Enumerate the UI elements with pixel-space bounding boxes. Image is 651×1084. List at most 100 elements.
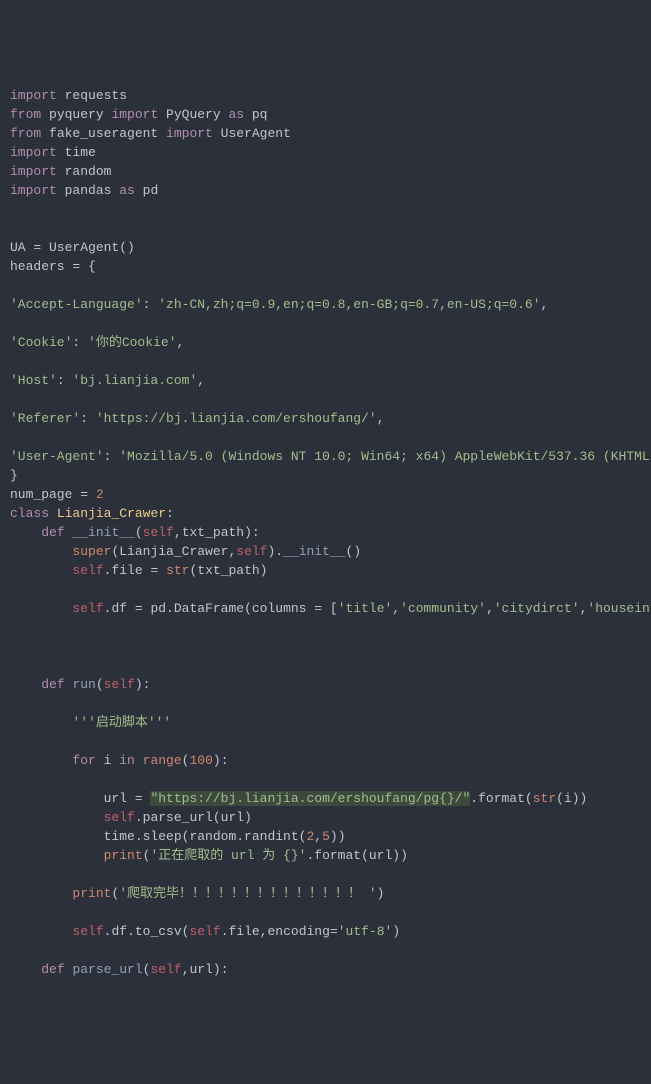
- code-text: ,txt_path):: [174, 525, 260, 540]
- self-param: self: [72, 563, 103, 578]
- keyword: as: [228, 107, 244, 122]
- keyword: import: [166, 126, 213, 141]
- string: 'citydirct': [494, 601, 580, 616]
- indent: [10, 810, 104, 825]
- code-text: (i)): [556, 791, 587, 806]
- keyword: as: [119, 183, 135, 198]
- code-text: ,: [314, 829, 322, 844]
- keyword: class: [10, 506, 49, 521]
- code-text: .parse_url(url): [135, 810, 252, 825]
- code-text: ,url):: [182, 962, 229, 977]
- indent: [10, 848, 104, 863]
- string: 'Mozilla/5.0 (Windows NT 10.0; Win64; x6…: [119, 449, 651, 464]
- string: 'bj.lianjia.com': [72, 373, 197, 388]
- number: 2: [306, 829, 314, 844]
- string: '爬取完毕！！！！！！！！！！！！！！ ': [119, 886, 376, 901]
- code-text: .df = pd.DataFrame(columns = [: [104, 601, 338, 616]
- self-param: self: [72, 924, 103, 939]
- code-text: ): [377, 886, 385, 901]
- code-text: pq: [244, 107, 267, 122]
- code-text: (: [143, 962, 151, 977]
- code-text: }: [10, 468, 18, 483]
- code-text: (: [135, 525, 143, 540]
- code-text: (Lianjia_Crawer,: [111, 544, 236, 559]
- docstring: '''启动脚本''': [72, 715, 171, 730]
- function-name: __init__: [72, 525, 134, 540]
- code-text: .file =: [104, 563, 166, 578]
- code-text: pandas: [57, 183, 119, 198]
- keyword: for: [72, 753, 95, 768]
- string-highlighted: "https://bj.lianjia.com/ershoufang/pg{}/…: [150, 791, 470, 806]
- code-text: :: [166, 506, 174, 521]
- code-text: random: [57, 164, 112, 179]
- code-text: headers = {: [10, 259, 96, 274]
- builtin: range: [143, 753, 182, 768]
- self-param: self: [143, 525, 174, 540]
- string: 'https://bj.lianjia.com/ershoufang/': [96, 411, 377, 426]
- code-text: PyQuery: [158, 107, 228, 122]
- keyword: def: [41, 962, 64, 977]
- indent: [10, 924, 72, 939]
- keyword: import: [10, 164, 57, 179]
- code-text: UserAgent: [213, 126, 291, 141]
- code-text: pd: [135, 183, 158, 198]
- code-text: .file,encoding=: [221, 924, 338, 939]
- builtin: str: [533, 791, 556, 806]
- string: 'zh-CN,zh;q=0.9,en;q=0.8,en-GB;q=0.7,en-…: [158, 297, 540, 312]
- string: 'Cookie': [10, 335, 72, 350]
- code-text: (): [346, 544, 362, 559]
- code-text: :: [80, 411, 96, 426]
- keyword: import: [10, 88, 57, 103]
- code-text: .format(: [470, 791, 532, 806]
- self-param: self: [236, 544, 267, 559]
- function-name: run: [72, 677, 95, 692]
- code-text: [135, 753, 143, 768]
- keyword: import: [111, 107, 158, 122]
- code-text: requests: [57, 88, 127, 103]
- code-text: :: [143, 297, 159, 312]
- self-param: self: [72, 601, 103, 616]
- code-text: ):: [135, 677, 151, 692]
- builtin: str: [166, 563, 189, 578]
- builtin: super: [72, 544, 111, 559]
- indent: [10, 886, 72, 901]
- code-text: pyquery: [41, 107, 111, 122]
- indent: [10, 791, 104, 806]
- code-text: .format(url)): [306, 848, 407, 863]
- code-text: (: [111, 886, 119, 901]
- code-text: num_page =: [10, 487, 96, 502]
- code-text: ).: [267, 544, 283, 559]
- function-name: parse_url: [72, 962, 142, 977]
- string: 'Referer': [10, 411, 80, 426]
- code-text: ,: [392, 601, 400, 616]
- keyword: in: [119, 753, 135, 768]
- code-text: :: [57, 373, 73, 388]
- number: 100: [189, 753, 212, 768]
- code-text: [49, 506, 57, 521]
- code-text: [65, 962, 73, 977]
- code-text: )): [330, 829, 346, 844]
- function-name: __init__: [283, 544, 345, 559]
- code-text: i: [96, 753, 119, 768]
- code-text: ,: [377, 411, 385, 426]
- number: 2: [96, 487, 104, 502]
- code-text: ):: [213, 753, 229, 768]
- code-text: fake_useragent: [41, 126, 166, 141]
- code-text: (txt_path): [189, 563, 267, 578]
- indent: [10, 715, 72, 730]
- self-param: self: [104, 677, 135, 692]
- keyword: import: [10, 145, 57, 160]
- string: 'community': [400, 601, 486, 616]
- self-param: self: [104, 810, 135, 825]
- code-text: ,: [541, 297, 549, 312]
- code-text: :: [72, 335, 88, 350]
- string: '你的Cookie': [88, 335, 176, 350]
- indent: [10, 962, 41, 977]
- code-text: ,: [197, 373, 205, 388]
- code-text: (: [96, 677, 104, 692]
- code-text: :: [104, 449, 120, 464]
- string: 'utf-8': [338, 924, 393, 939]
- string: 'User-Agent': [10, 449, 104, 464]
- string: '正在爬取的 url 为 {}': [150, 848, 306, 863]
- keyword: from: [10, 107, 41, 122]
